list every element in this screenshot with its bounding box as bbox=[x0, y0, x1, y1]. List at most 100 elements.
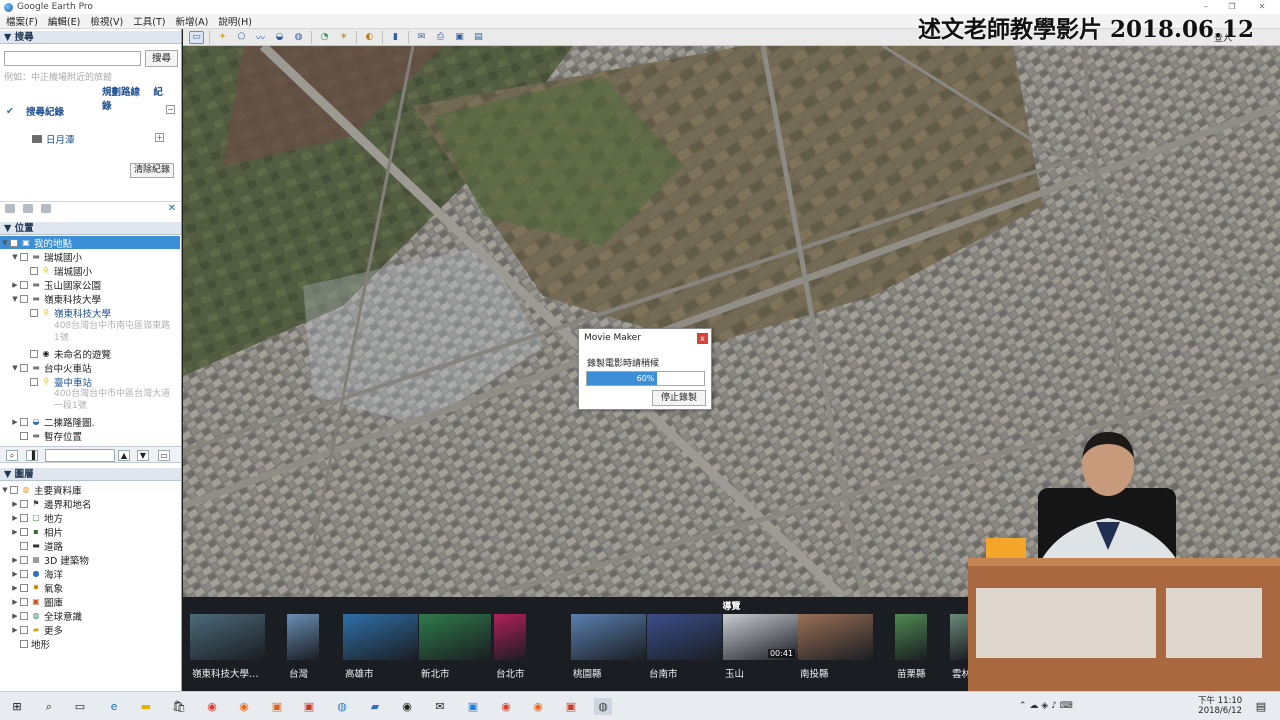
places-tree-item[interactable]: ⚲ 嶺東科技大學 bbox=[20, 306, 111, 320]
tour-thumbnail[interactable] bbox=[287, 614, 319, 660]
close-window-button[interactable]: ✕ bbox=[1252, 0, 1272, 14]
tour-item-label[interactable]: 嶺東科技大學… bbox=[192, 666, 259, 680]
tour-item-label[interactable]: 高雄市 bbox=[345, 666, 374, 680]
places-tree-item[interactable]: ▼ ▬ 嶺東科技大學 bbox=[10, 292, 101, 306]
tour-thumbnail[interactable] bbox=[798, 614, 873, 660]
checkbox[interactable] bbox=[20, 541, 28, 550]
checkbox[interactable] bbox=[20, 569, 28, 578]
layers-tree-item[interactable]: ▶ ● 海洋 bbox=[10, 567, 63, 581]
close-icon[interactable]: x bbox=[697, 333, 708, 344]
app-icon[interactable]: ▣ bbox=[562, 698, 580, 715]
folder-icon[interactable] bbox=[5, 204, 15, 213]
search-history-row[interactable]: ✔ 搜尋紀錄 bbox=[6, 104, 64, 119]
checkbox[interactable] bbox=[20, 611, 28, 620]
folder-menu-icon[interactable]: ▭ bbox=[158, 450, 170, 461]
planets-icon[interactable]: ◐ bbox=[362, 31, 377, 44]
checkbox[interactable] bbox=[20, 431, 28, 440]
expand-arrow-icon[interactable]: ▶ bbox=[10, 500, 20, 508]
places-section-header[interactable]: ▼ 位置 bbox=[0, 222, 181, 235]
route-link[interactable]: 規劃路線 bbox=[102, 87, 140, 98]
expand-arrow-icon[interactable]: ▶ bbox=[10, 584, 20, 592]
record-tour-icon[interactable]: ◍ bbox=[291, 31, 306, 44]
checkbox[interactable] bbox=[10, 238, 18, 247]
historical-imagery-icon[interactable]: ◔ bbox=[317, 31, 332, 44]
tour-item-label[interactable]: 南投縣 bbox=[800, 666, 829, 680]
ruler-icon[interactable]: ▮ bbox=[388, 31, 403, 44]
cloud-icon[interactable]: ☁ bbox=[1029, 701, 1038, 711]
sidebar-toggle-icon[interactable]: ▭ bbox=[189, 30, 204, 44]
checkbox[interactable] bbox=[30, 266, 38, 275]
tour-item-label[interactable]: 台灣 bbox=[289, 666, 308, 680]
overlay-icon[interactable]: ◒ bbox=[272, 31, 287, 44]
checkbox[interactable] bbox=[20, 597, 28, 606]
chrome-icon[interactable]: ◉ bbox=[497, 698, 515, 715]
search-icon[interactable]: ⌕ bbox=[40, 698, 58, 715]
app-icon[interactable]: ◍ bbox=[333, 698, 351, 715]
checkbox[interactable] bbox=[20, 363, 28, 372]
app-icon[interactable]: ▣ bbox=[300, 698, 318, 715]
collapse-arrow-icon[interactable]: ▼ bbox=[10, 364, 20, 372]
tour-thumbnail[interactable] bbox=[571, 614, 646, 660]
checkbox[interactable] bbox=[20, 417, 28, 426]
layers-tree-item[interactable]: ▬ 道路 bbox=[10, 539, 63, 553]
network-icon[interactable]: ◈ bbox=[1041, 701, 1048, 711]
expand-arrow-icon[interactable]: ▶ bbox=[10, 528, 20, 536]
view-in-maps-icon[interactable]: ▤ bbox=[471, 31, 486, 44]
expand-arrow-icon[interactable]: ▶ bbox=[10, 514, 20, 522]
checkbox[interactable] bbox=[20, 499, 28, 508]
tour-item-label[interactable]: 新北市 bbox=[421, 666, 450, 680]
places-tree-item[interactable]: ▬ 暫存位置 bbox=[10, 429, 82, 443]
layers-tree-item[interactable]: ▶ ▰ 更多 bbox=[10, 623, 63, 637]
polygon-icon[interactable]: ⬠ bbox=[234, 31, 249, 44]
checkbox[interactable] bbox=[20, 625, 28, 634]
tour-thumbnail[interactable] bbox=[950, 614, 970, 660]
eye-icon[interactable]: ◉ bbox=[398, 698, 416, 715]
tour-thumbnail[interactable] bbox=[190, 614, 265, 660]
expand-arrow-icon[interactable]: ▶ bbox=[10, 570, 20, 578]
firefox-icon[interactable]: ◉ bbox=[529, 698, 547, 715]
tree-item-label[interactable]: 嶺東科技大學 bbox=[54, 306, 111, 320]
menu-add[interactable]: 新增(A) bbox=[175, 14, 208, 28]
chrome-icon[interactable]: ◉ bbox=[203, 698, 221, 715]
print-icon[interactable] bbox=[41, 204, 51, 213]
layers-tree-item[interactable]: ▶ ▣ 圖庫 bbox=[10, 595, 63, 609]
search-input[interactable] bbox=[4, 51, 141, 66]
collapse-arrow-icon[interactable]: ▼ bbox=[10, 295, 20, 303]
tour-thumbnail[interactable] bbox=[895, 614, 927, 660]
tour-item-label[interactable]: 苗栗縣 bbox=[897, 666, 926, 680]
layers-tree-item[interactable]: ▶ ▢ 地方 bbox=[10, 511, 63, 525]
layers-tree-item[interactable]: ▶ ▦ 3D 建築物 bbox=[10, 553, 89, 567]
checkbox[interactable] bbox=[20, 280, 28, 289]
app-icon[interactable]: ▣ bbox=[464, 698, 482, 715]
expand-arrow-icon[interactable]: ▶ bbox=[10, 281, 20, 289]
places-tree-item[interactable]: ⚲ 臺中車站 bbox=[20, 375, 92, 389]
history-folder-item[interactable]: 日月潭 bbox=[32, 132, 75, 146]
collapse-arrow-icon[interactable]: ▼ bbox=[0, 239, 10, 247]
tour-item-label[interactable]: 台南市 bbox=[649, 666, 678, 680]
tour-item-label[interactable]: 玉山 bbox=[725, 666, 744, 680]
expand-arrow-icon[interactable]: ▶ bbox=[10, 626, 20, 634]
panel-toggle-icon[interactable]: ▐ bbox=[26, 450, 38, 461]
clear-history-button[interactable]: 清除紀錄 bbox=[130, 163, 174, 178]
refresh-icon[interactable] bbox=[23, 204, 33, 213]
store-icon[interactable]: 🛍 bbox=[170, 698, 188, 715]
expand-arrow-icon[interactable]: ▶ bbox=[10, 418, 20, 426]
checkbox[interactable] bbox=[20, 555, 28, 564]
layers-tree-item[interactable]: 地形 bbox=[10, 637, 50, 651]
expand-arrow-icon[interactable]: ▶ bbox=[10, 598, 20, 606]
checkbox[interactable] bbox=[10, 485, 18, 494]
menu-help[interactable]: 說明(H) bbox=[218, 14, 252, 28]
path-icon[interactable]: 〰 bbox=[253, 31, 268, 44]
expand-icon[interactable]: + bbox=[155, 133, 164, 142]
checkbox[interactable] bbox=[20, 294, 28, 303]
places-tree-item[interactable]: ⚲ 瑞城國小 bbox=[20, 264, 92, 278]
places-tree-item[interactable]: ◉ 未命名的遊覽 bbox=[20, 347, 111, 361]
tour-item-label[interactable]: 桃園縣 bbox=[573, 666, 602, 680]
tree-item-label[interactable]: 臺中車站 bbox=[54, 375, 92, 389]
taskbar-clock[interactable]: 下午 11:10 2018/6/12 bbox=[1198, 696, 1242, 716]
placemark-icon[interactable]: ✦ bbox=[215, 31, 230, 44]
checkbox[interactable] bbox=[20, 527, 28, 536]
file-explorer-icon[interactable]: ▬ bbox=[137, 698, 155, 715]
collapse-arrow-icon[interactable]: ▼ bbox=[10, 253, 20, 261]
places-tree-item[interactable]: ▼ ▬ 台中火車站 bbox=[10, 361, 91, 375]
